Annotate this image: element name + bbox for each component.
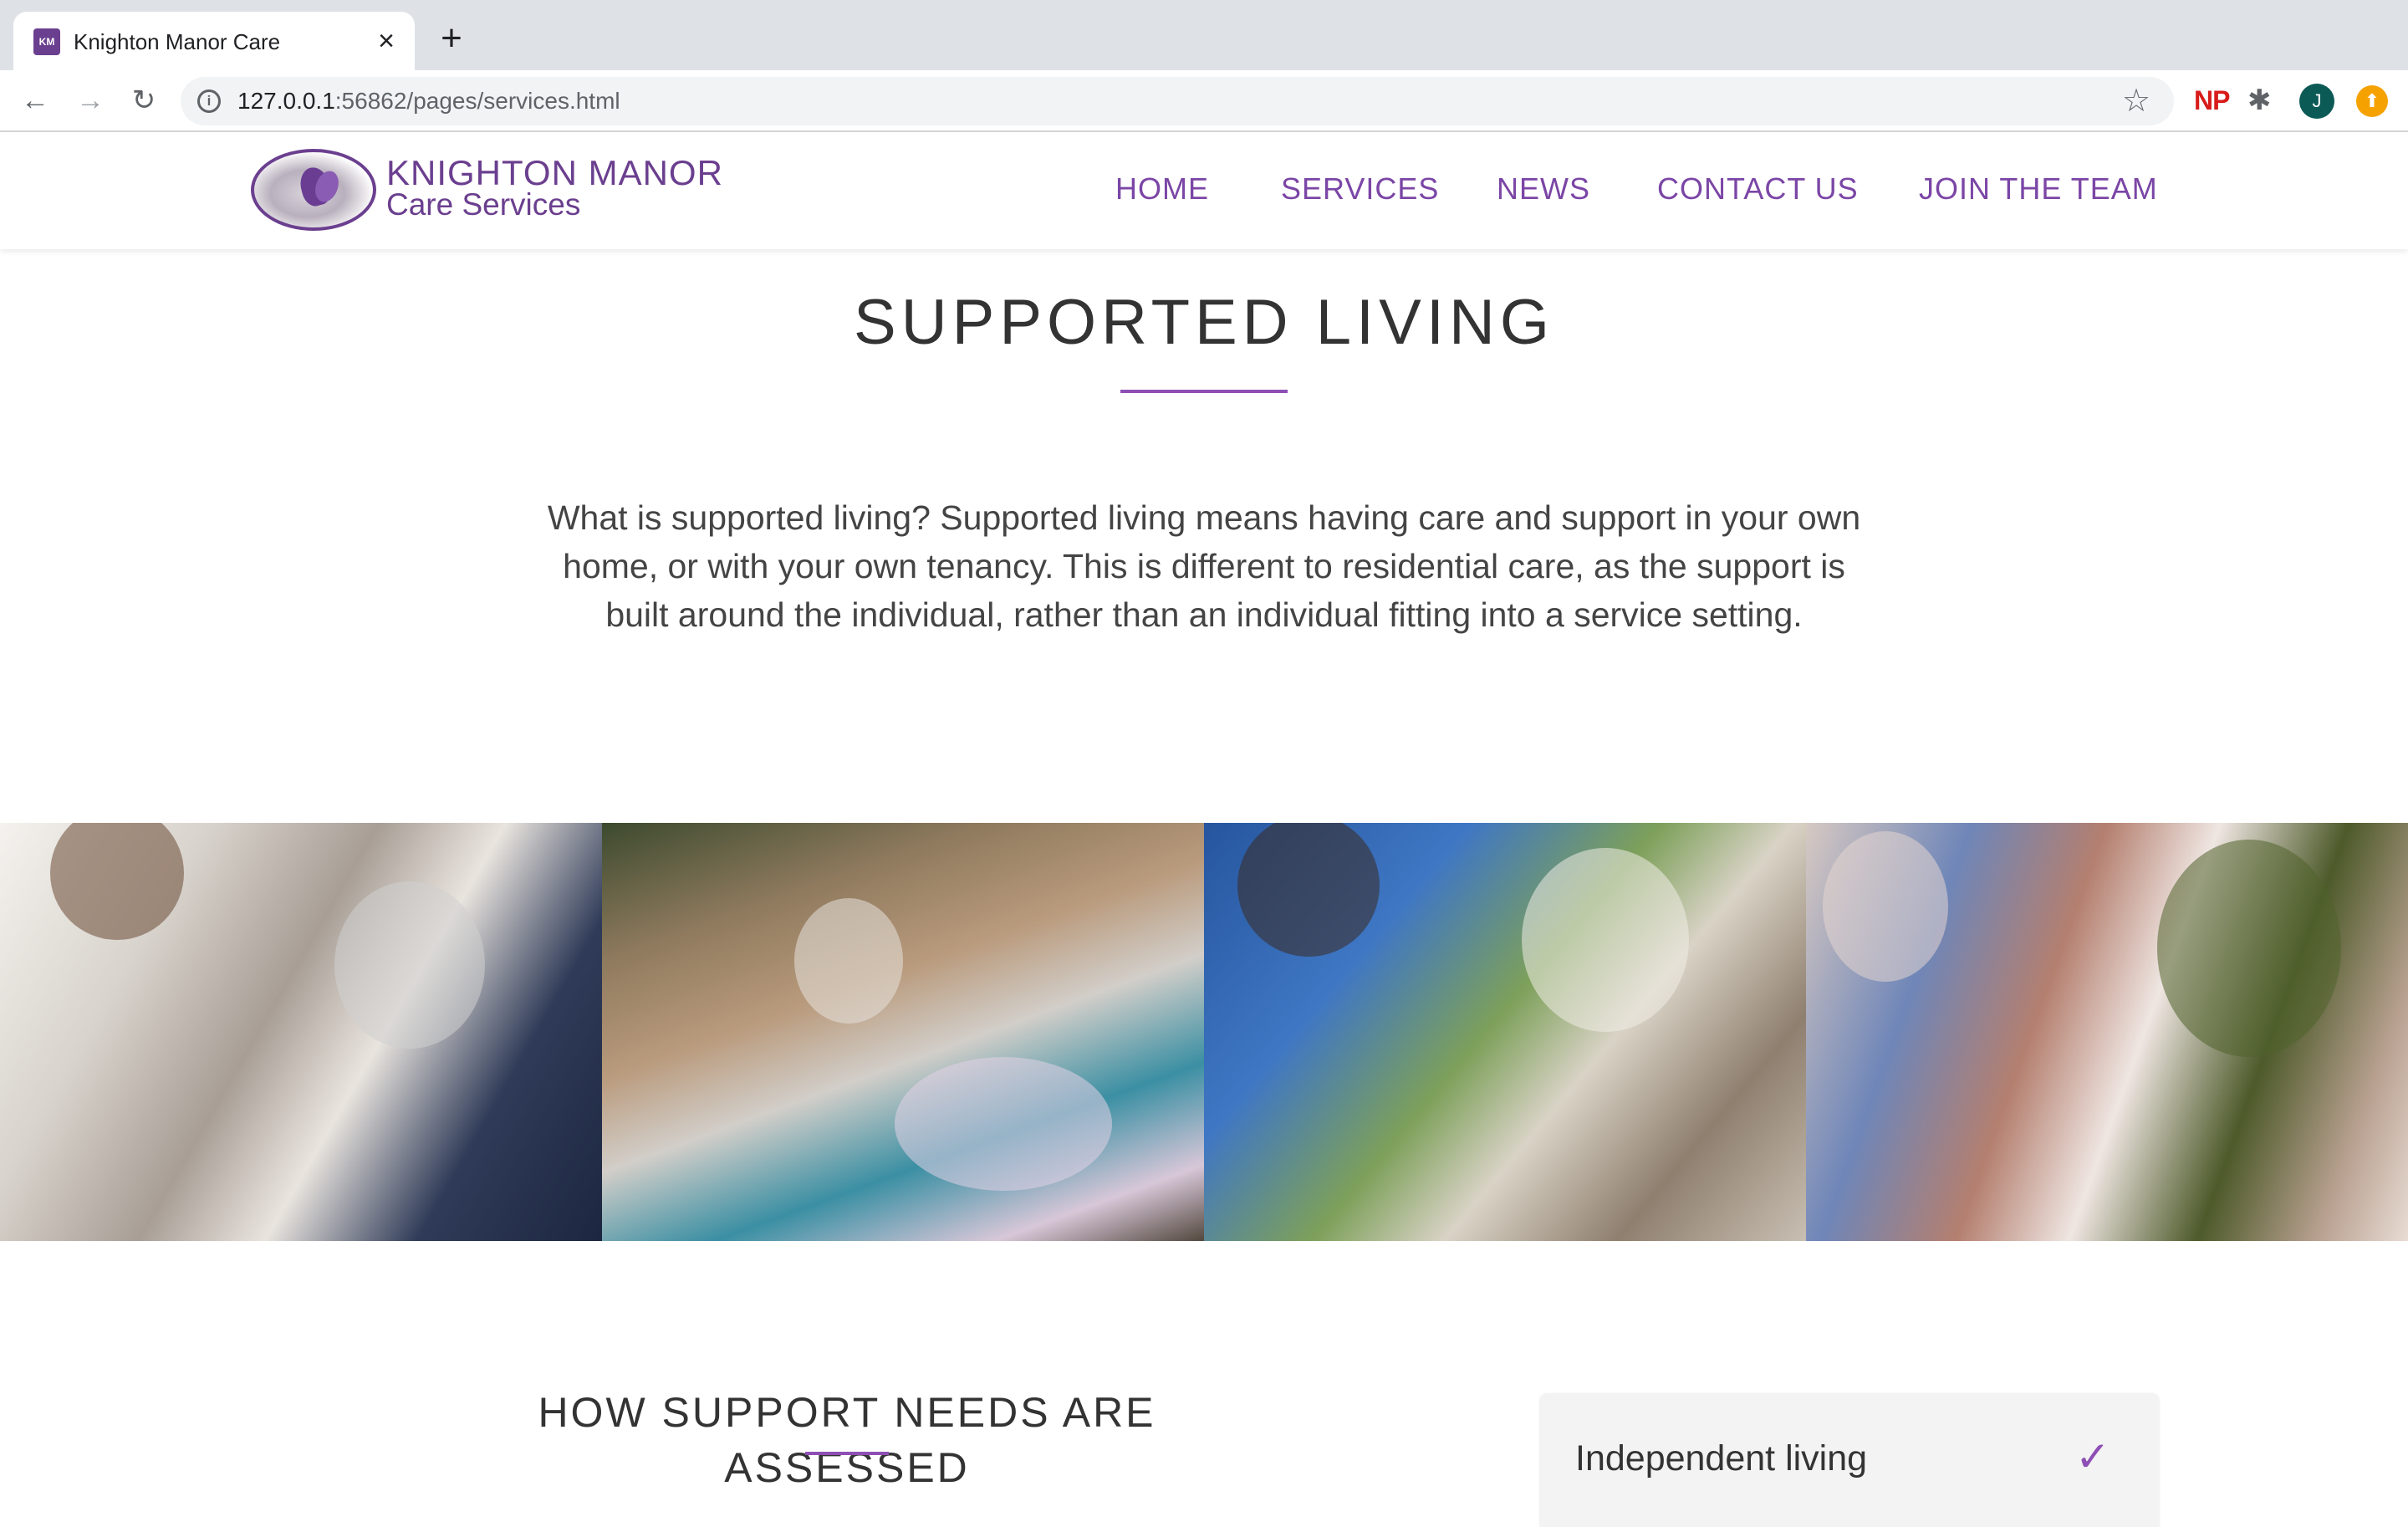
nav-services[interactable]: SERVICES: [1281, 171, 1439, 207]
check-icon: ✓: [2075, 1433, 2110, 1480]
nav-contact-us[interactable]: CONTACT US: [1657, 171, 1859, 207]
tab-title: Knighton Manor Care: [74, 29, 281, 54]
bookmark-star-icon[interactable]: ☆: [2122, 82, 2150, 120]
logo-subtitle[interactable]: Care Services: [386, 187, 580, 222]
profile-avatar[interactable]: J: [2299, 84, 2334, 119]
browser-tabstrip: KM Knighton Manor Care × +: [0, 0, 2408, 70]
reload-icon[interactable]: ↻: [125, 82, 162, 119]
nav-news[interactable]: NEWS: [1497, 171, 1590, 207]
close-icon[interactable]: ×: [370, 24, 403, 58]
url-text[interactable]: 127.0.0.1:56862/pages/services.html: [237, 88, 620, 115]
accordion-item-independent-living[interactable]: Independent living ✓: [1540, 1393, 2159, 1527]
nav-join-the-team[interactable]: JOIN THE TEAM: [1919, 171, 2158, 207]
gallery-photo-holding-hands: [1806, 823, 2408, 1241]
section-divider: [805, 1452, 889, 1455]
logo-emblem-icon[interactable]: [251, 149, 376, 231]
section-heading: HOW SUPPORT NEEDS ARE ASSESSED: [538, 1389, 1156, 1491]
photo-shape: [895, 1057, 1112, 1191]
photo-shape: [1823, 831, 1948, 982]
gallery-photo-residents-lounge: [602, 823, 1204, 1241]
photo-shape: [1522, 848, 1689, 1032]
photo-shape: [1237, 823, 1380, 957]
new-tab-button[interactable]: +: [435, 20, 468, 57]
back-arrow-icon[interactable]: ←: [17, 82, 54, 119]
page-title: SUPPORTED LIVING: [854, 287, 1554, 358]
photo-gallery: [0, 823, 2408, 1241]
info-icon[interactable]: i: [197, 89, 221, 113]
intro-paragraph: What is supported living? Supported livi…: [547, 498, 1861, 634]
photo-shape: [794, 898, 903, 1024]
photo-shape: [50, 823, 184, 940]
url-host: 127.0.0.1: [237, 88, 335, 114]
gallery-photo-nurse-laughing: [1204, 823, 1806, 1241]
accordion-label: Independent living: [1575, 1438, 1868, 1478]
forward-arrow-icon[interactable]: →: [72, 82, 109, 119]
extensions-puzzle-icon[interactable]: ✱: [2247, 82, 2272, 119]
browser-toolbar: ← → ↻ i 127.0.0.1:56862/pages/services.h…: [0, 70, 2408, 132]
photo-shape: [334, 881, 485, 1049]
nav-home[interactable]: HOME: [1115, 171, 1209, 207]
browser-tab[interactable]: KM Knighton Manor Care ×: [13, 12, 415, 70]
title-divider: [1120, 390, 1288, 393]
site-header: KNIGHTON MANOR Care Services HOME SERVIC…: [0, 132, 2408, 249]
url-path: :56862/pages/services.html: [334, 88, 620, 114]
address-bar[interactable]: i 127.0.0.1:56862/pages/services.html ☆: [181, 77, 2174, 125]
gallery-photo-carer-assisting: [0, 823, 602, 1241]
update-icon[interactable]: ⬆: [2356, 85, 2388, 117]
photo-shape: [2157, 840, 2341, 1057]
favicon-icon: KM: [33, 28, 60, 55]
np-extension-icon[interactable]: NP: [2194, 82, 2230, 119]
